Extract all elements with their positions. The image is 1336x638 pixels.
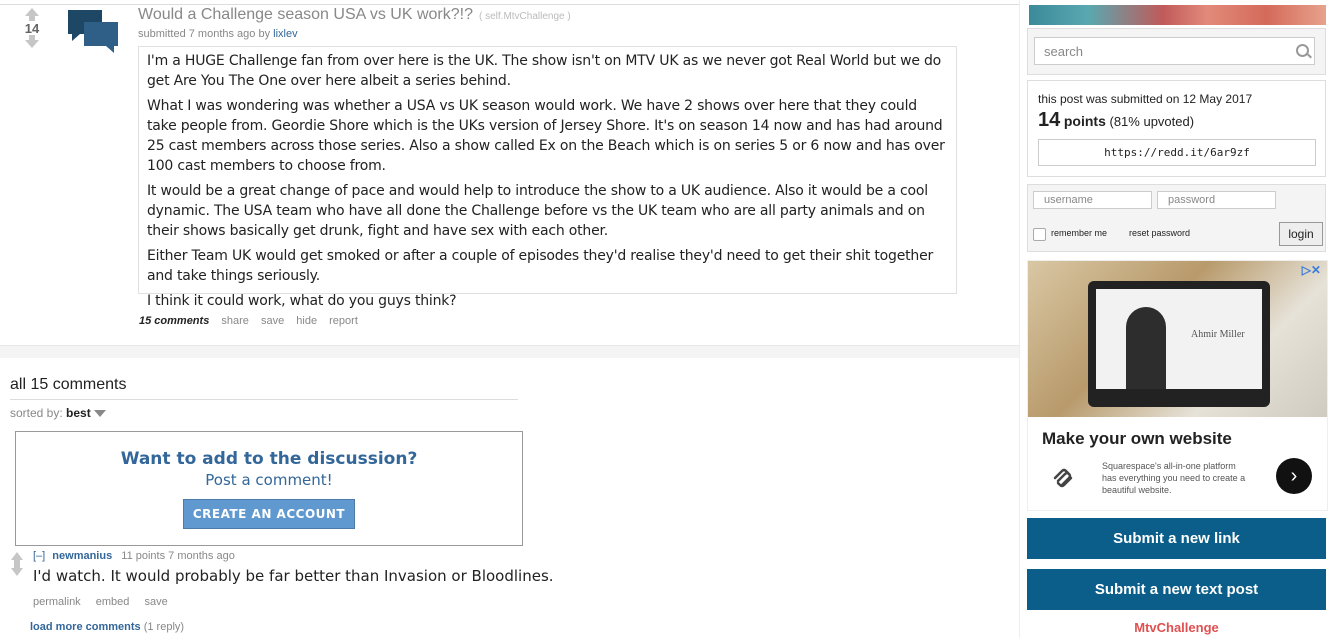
reset-password-link[interactable]: reset password [1129,228,1190,238]
save-button[interactable]: save [261,315,284,327]
selftext-paragraph: I think it could work, what do you guys … [147,293,457,309]
submit-link-button[interactable]: Submit a new link [1027,518,1326,559]
downvote-arrow-icon[interactable] [25,35,39,48]
cta-subline: Post a comment! [205,471,333,489]
upvote-arrow-icon[interactable] [25,8,39,21]
laptop-image: Ahmir Miller [1088,281,1270,407]
load-more-comments: load more comments (1 reply) [30,621,184,633]
search-icon[interactable] [1296,44,1309,57]
collapse-toggle[interactable]: [–] [33,550,45,562]
dropdown-arrow-icon[interactable] [93,410,106,418]
create-account-button[interactable]: CREATE AN ACCOUNT [183,499,355,529]
remember-me-checkbox[interactable] [1033,228,1046,241]
squarespace-logo-icon [1052,467,1074,489]
comment-tagline: [–] newmanius 11 points 7 months ago [33,550,235,562]
cta-headline: Want to add to the discussion? [120,449,418,469]
points-number: 14 [1038,109,1061,131]
comment-body: I'd watch. It would probably be far bett… [33,567,554,585]
comment-buttons: permalink embed save [33,596,180,608]
post-info-box: this post was submitted on 12 May 2017 1… [1027,80,1326,177]
submitted-date: this post was submitted on 12 May 2017 [1038,92,1253,106]
hide-button[interactable]: hide [296,315,317,327]
post-submitted-text: submitted 7 months ago by [138,28,271,40]
points-label: points [1063,113,1106,129]
share-button[interactable]: share [221,315,249,327]
subreddit-banner-image [1029,5,1326,25]
report-button[interactable]: report [329,315,358,327]
laptop-screen: Ahmir Miller [1096,289,1262,389]
comment-author-link[interactable]: newmanius [52,550,112,562]
selftext-paragraph: I'm a HUGE Challenge fan from over here … [147,53,942,89]
login-button[interactable]: login [1279,222,1323,246]
downvote-arrow-icon[interactable] [11,563,23,576]
embed-button[interactable]: embed [96,596,130,608]
points-summary: 14 points (81% upvoted) [1038,109,1194,132]
post-selftext: I'm a HUGE Challenge fan from over here … [138,46,957,309]
search-box: search [1027,28,1326,75]
self-post-chat-icon[interactable] [66,8,120,54]
ad-description: Squarespace's all-in-one platform has ev… [1102,461,1246,495]
advertisement[interactable]: Ahmir Miller ▷✕ Make your own website Sq… [1027,260,1328,511]
sorted-label: sorted by: [10,406,63,420]
selftext-paragraph: What I was wondering was whether a USA v… [147,98,945,174]
comments-separator [10,399,518,400]
ad-screen-name: Ahmir Miller [1191,329,1245,340]
comments-link[interactable]: 15 comments [139,315,209,327]
post-title[interactable]: Would a Challenge season USA vs UK work?… [138,6,473,23]
load-more-count: (1 reply) [143,621,185,633]
subreddit-name[interactable]: MtvChallenge [1027,620,1326,635]
post-author-link[interactable]: lixlev [273,28,297,40]
sorted-value[interactable]: best [66,406,91,420]
comments-title: all 15 comments [10,376,127,393]
post-domain[interactable]: ( self.MtvChallenge ) [479,11,571,22]
ad-headline[interactable]: Make your own website [1042,429,1232,449]
upvoted-ratio: (81% upvoted) [1109,114,1195,129]
ad-choices-icon[interactable]: ▷✕ [1302,263,1321,277]
section-divider-band [0,345,1019,358]
discussion-cta: Want to add to the discussion? Post a co… [15,431,523,546]
person-image [1126,307,1166,389]
post-score: 14 [24,21,40,36]
ad-image[interactable]: Ahmir Miller ▷✕ [1028,261,1327,417]
post-tagline: submitted 7 months ago by lixlev [138,28,298,40]
post-buttons: 15 comments share save hide report [139,315,367,327]
search-input[interactable]: search [1034,37,1315,65]
login-form: username password remember me reset pass… [1027,184,1326,252]
password-input[interactable]: password [1157,191,1276,209]
load-more-link[interactable]: load more comments [30,621,141,633]
upvote-arrow-icon[interactable] [11,552,23,565]
selftext-paragraph: It would be a great change of pace and w… [147,183,928,239]
chevron-right-icon[interactable]: › [1276,458,1312,494]
permalink-button[interactable]: permalink [33,596,81,608]
content-divider [1019,0,1020,638]
remember-me-label: remember me [1051,228,1108,238]
comment-meta: 11 points 7 months ago [121,550,235,562]
selftext-paragraph: Either Team UK would get smoked or after… [147,248,934,284]
post-vote: 14 [18,8,46,48]
comment-vote [10,552,24,576]
sort-menu[interactable]: sorted by: best [10,406,106,420]
username-input[interactable]: username [1033,191,1152,209]
submit-text-post-button[interactable]: Submit a new text post [1027,569,1326,610]
post: 14 Would a Challenge season USA vs UK wo… [0,0,1019,345]
search-placeholder: search [1044,44,1084,59]
shortlink-field[interactable]: https://redd.it/6ar9zf [1038,139,1316,166]
comment-save-button[interactable]: save [144,596,167,608]
